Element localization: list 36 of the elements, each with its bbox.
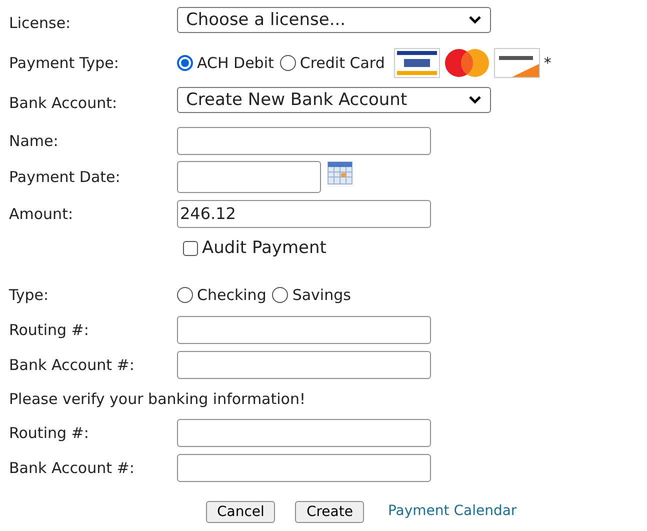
text-field[interactable]: [177, 418, 431, 446]
text-field[interactable]: [177, 316, 431, 344]
radio-option[interactable]: Savings: [272, 286, 351, 304]
audit-payment-checkbox[interactable]: Audit Payment: [183, 238, 326, 258]
radio-option[interactable]: Checking: [177, 286, 266, 304]
field-label: Amount:: [9, 204, 74, 222]
dropdown[interactable]: Choose a license...: [177, 7, 491, 33]
field-label: Name:: [9, 132, 60, 150]
form-button[interactable]: Create: [295, 501, 364, 523]
text-field[interactable]: [177, 126, 431, 154]
radio-option[interactable]: ACH Debit: [177, 54, 274, 72]
date-field[interactable]: [177, 161, 321, 193]
field-label: Routing #:: [9, 320, 90, 338]
field-label: Bank Account #:: [9, 356, 136, 374]
field-label: Type:: [9, 286, 50, 304]
text-field[interactable]: [177, 454, 431, 482]
chevron-icon: [468, 15, 482, 25]
required-mark: *: [544, 54, 552, 72]
radio-option[interactable]: Credit Card: [280, 54, 385, 72]
circles-logo-icon: [442, 48, 491, 78]
calendar-icon[interactable]: [327, 161, 353, 185]
dropdown[interactable]: Create New Bank Account: [177, 87, 491, 113]
credit-card-icon: [494, 48, 540, 78]
field-label: License:: [9, 14, 72, 32]
field-label: Routing #:: [9, 424, 90, 442]
field-label: Bank Account:: [9, 94, 118, 112]
field-label: Bank Account #:: [9, 458, 136, 476]
credit-card-icon: [394, 48, 440, 78]
chevron-icon: [468, 95, 482, 105]
field-label: Payment Date:: [9, 168, 122, 186]
form-button[interactable]: Cancel: [206, 501, 276, 523]
verify-message: Please verify your banking information!: [9, 390, 306, 408]
text-field[interactable]: 246.12: [177, 200, 431, 228]
text-field[interactable]: [177, 350, 431, 378]
payment-calendar-link[interactable]: Payment Calendar: [388, 503, 517, 523]
field-label: Payment Type:: [9, 54, 120, 72]
